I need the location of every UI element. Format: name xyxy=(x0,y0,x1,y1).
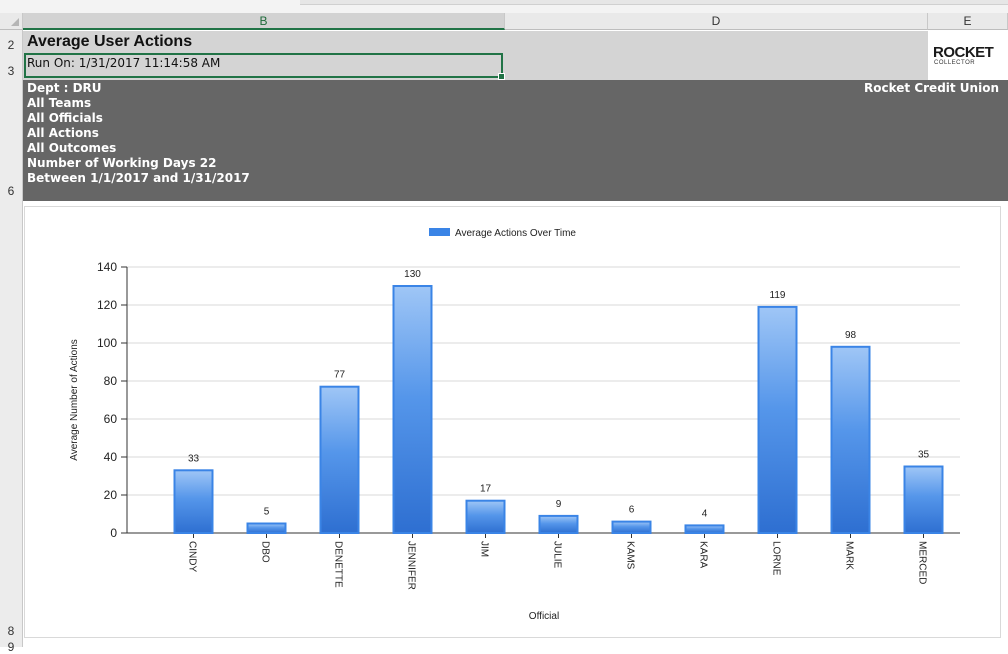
fill-handle[interactable] xyxy=(498,73,505,80)
legend-swatch xyxy=(429,228,450,236)
row-header-9[interactable]: 9 xyxy=(0,640,22,654)
data-label: 35 xyxy=(918,450,930,461)
logo-subtext: COLLECTOR xyxy=(934,60,976,66)
bar-jennifer xyxy=(392,285,433,534)
bar-dbo xyxy=(246,522,287,534)
x-tick-label: MARK xyxy=(844,541,855,570)
column-header-e[interactable]: E xyxy=(928,13,1008,30)
data-label: 119 xyxy=(770,290,786,301)
x-tick-label: CINDY xyxy=(187,541,198,572)
row-header-gutter xyxy=(0,30,23,647)
data-label: 9 xyxy=(556,499,562,510)
y-tick-label: 0 xyxy=(110,526,117,540)
bar-lorne xyxy=(757,305,798,535)
data-label: 17 xyxy=(480,484,492,495)
x-tick-label: DBO xyxy=(260,541,271,563)
legend-label: Average Actions Over Time xyxy=(455,228,576,239)
column-header-d[interactable]: D xyxy=(505,13,928,30)
filter-actions: All Actions xyxy=(27,126,99,140)
select-all-corner[interactable] xyxy=(0,13,23,30)
bar-merced xyxy=(903,465,944,534)
bar-cindy xyxy=(173,469,214,534)
top-strip xyxy=(0,0,1008,13)
row-header-6[interactable]: 6 xyxy=(0,184,22,198)
y-tick-label: 20 xyxy=(104,488,118,502)
y-tick-label: 140 xyxy=(97,260,117,274)
bar-julie xyxy=(538,514,579,534)
filter-dept: Dept : DRU xyxy=(27,81,102,95)
y-tick-label: 40 xyxy=(104,450,118,464)
column-header-b[interactable]: B xyxy=(23,13,505,30)
bar-mark xyxy=(830,345,871,534)
bar-kara xyxy=(684,524,725,534)
row-header-2[interactable]: 2 xyxy=(0,38,22,52)
logo-text: ROCKET xyxy=(933,44,994,61)
data-label: 77 xyxy=(334,370,346,381)
x-tick-label: JIM xyxy=(479,541,490,557)
x-tick-label: JENNIFER xyxy=(406,541,417,590)
y-tick-label: 80 xyxy=(104,374,118,388)
filter-officials: All Officials xyxy=(27,111,103,125)
x-tick-label: KAMS xyxy=(625,541,636,570)
y-tick-label: 60 xyxy=(104,412,118,426)
x-tick-label: DENETTE xyxy=(333,541,344,588)
row-header-8[interactable]: 8 xyxy=(0,624,22,638)
organization-name: Rocket Credit Union xyxy=(864,81,999,95)
formula-bar-edge xyxy=(300,0,1008,5)
report-title[interactable]: Average User Actions xyxy=(27,33,192,51)
bar-chart: 0 20 40 60 80 100 120 140 33 CINDY 5 DBO 77 DENETTE 13… xyxy=(69,228,960,622)
filter-teams: All Teams xyxy=(27,96,92,110)
data-label: 5 xyxy=(264,507,270,518)
x-tick-label: MERCED xyxy=(917,541,928,584)
x-tick-label: JULIE xyxy=(552,541,563,569)
filter-date-range: Between 1/1/2017 and 1/31/2017 xyxy=(27,171,250,185)
x-axis-title: Official xyxy=(529,611,559,622)
y-axis-title: Average Number of Actions xyxy=(69,339,80,461)
bar-jim xyxy=(465,499,506,535)
data-label: 4 xyxy=(702,508,708,519)
y-tick-label: 100 xyxy=(97,336,117,350)
run-on-text: Run On: 1/31/2017 11:14:58 AM xyxy=(27,56,221,70)
data-label: 130 xyxy=(404,269,421,280)
x-tick-label: LORNE xyxy=(771,541,782,576)
data-label: 98 xyxy=(845,330,857,341)
select-all-icon xyxy=(11,18,19,26)
filter-working-days: Number of Working Days 22 xyxy=(27,156,217,170)
x-tick-label: KARA xyxy=(698,541,709,569)
data-label: 33 xyxy=(188,453,200,464)
y-tick-label: 120 xyxy=(97,298,117,312)
data-label: 6 xyxy=(629,505,635,516)
bar-denette xyxy=(319,385,360,534)
bar-kams xyxy=(611,520,652,535)
row-header-3[interactable]: 3 xyxy=(0,64,22,78)
filter-outcomes: All Outcomes xyxy=(27,141,117,155)
